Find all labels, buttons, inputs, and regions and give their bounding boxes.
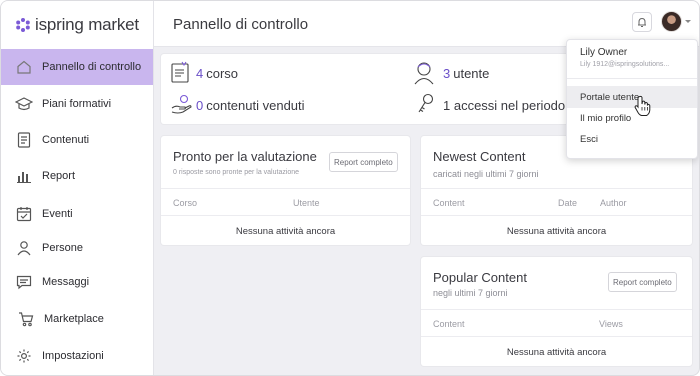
col-author: Author xyxy=(600,198,627,208)
calendar-icon xyxy=(15,205,33,223)
cart-icon xyxy=(17,310,35,328)
table-header: Content Date Author xyxy=(421,188,692,216)
sidebar-item-content[interactable]: Contenuti xyxy=(1,122,153,158)
sidebar-item-events[interactable]: Eventi xyxy=(1,196,153,232)
person-icon xyxy=(15,239,33,257)
col-content: Content xyxy=(433,319,465,329)
course-icon xyxy=(171,61,189,83)
stat-access[interactable]: 1 accessi nel periodo xyxy=(443,98,565,113)
report-complete-button[interactable]: Report completo xyxy=(329,152,398,172)
valuation-title: Pronto per la valutazione xyxy=(173,149,317,164)
sidebar-item-label: Eventi xyxy=(42,208,73,220)
logo[interactable]: ispring market xyxy=(15,14,139,36)
valuation-subtitle: 0 risposte sono pronte per la valutazion… xyxy=(173,169,300,176)
hand-cursor-icon xyxy=(634,95,651,116)
col-user: Utente xyxy=(293,198,320,208)
hand-sold-icon xyxy=(171,94,192,114)
valuation-card: Pronto per la valutazione 0 risposte son… xyxy=(161,136,410,245)
logo-icon xyxy=(16,18,30,32)
page-title: Pannello di controllo xyxy=(173,16,309,33)
stat-users-count: 3 xyxy=(443,66,451,81)
sidebar: ispring market Pannello di controllo Pia… xyxy=(1,1,154,375)
table-header: Content Views xyxy=(421,309,692,337)
divider xyxy=(567,78,697,79)
stat-courses-count: 4 xyxy=(196,66,204,81)
stat-courses[interactable]: 4 corso xyxy=(196,66,238,81)
user-menu-dropdown: Lily Owner Lily 1912@ispringsolutions...… xyxy=(566,39,698,159)
sidebar-item-marketplace[interactable]: Marketplace xyxy=(1,301,153,337)
sidebar-item-label: Contenuti xyxy=(42,134,90,146)
notifications-button[interactable] xyxy=(632,12,652,32)
col-views: Views xyxy=(599,319,623,329)
stat-access-label: 1 accessi nel periodo xyxy=(443,98,566,113)
user-name: Lily Owner xyxy=(580,47,628,58)
key-icon xyxy=(418,93,434,113)
newest-subtitle: caricati negli ultimi 7 giorni xyxy=(433,169,539,179)
sidebar-item-label: Piani formativi xyxy=(42,98,112,110)
app-window: ispring market Pannello di controllo Pia… xyxy=(0,0,700,376)
user-icon xyxy=(414,62,434,85)
document-icon xyxy=(15,131,33,149)
sidebar-item-label: Marketplace xyxy=(44,313,104,325)
sidebar-item-people[interactable]: Persone xyxy=(1,230,153,266)
menu-item-user-portal[interactable]: Portale utente xyxy=(567,86,697,108)
popular-content-card: Popular Content negli ultimi 7 giorni Re… xyxy=(421,257,692,366)
empty-state: Nessuna attività ancora xyxy=(506,226,607,237)
stat-users-label: utente xyxy=(453,66,490,81)
bell-icon xyxy=(638,17,646,27)
report-complete-button[interactable]: Report completo xyxy=(608,272,677,292)
popular-title: Popular Content xyxy=(433,270,527,285)
logo-text: ispring market xyxy=(35,15,139,34)
sidebar-item-dashboard[interactable]: Pannello di controllo xyxy=(1,49,153,85)
sidebar-item-training-plans[interactable]: Piani formativi xyxy=(1,86,153,122)
home-icon xyxy=(15,58,33,76)
table-header: Corso Utente xyxy=(161,188,410,216)
empty-state: Nessuna attività ancora xyxy=(235,226,336,237)
sidebar-item-label: Pannello di controllo xyxy=(42,61,142,73)
col-content: Content xyxy=(433,198,465,208)
stat-courses-label: corso xyxy=(206,66,239,81)
sidebar-item-label: Report xyxy=(42,170,76,182)
stat-users[interactable]: 3 utente xyxy=(443,66,489,81)
col-date: Date xyxy=(558,198,578,208)
sidebar-item-label: Persone xyxy=(42,242,83,254)
gear-icon xyxy=(15,347,33,365)
sidebar-item-label: Messaggi xyxy=(42,276,90,288)
menu-item-logout[interactable]: Esci xyxy=(567,128,697,150)
newest-title: Newest Content xyxy=(433,149,526,164)
sidebar-item-messages[interactable]: Messaggi xyxy=(1,264,153,300)
empty-state: Nessuna attività ancora xyxy=(506,347,607,358)
chevron-down-icon[interactable] xyxy=(685,20,691,23)
menu-item-my-profile[interactable]: Il mio profilo xyxy=(567,107,697,129)
stat-sold-label: contenuti venduti xyxy=(206,98,305,113)
col-course: Corso xyxy=(173,198,198,208)
graduation-cap-icon xyxy=(15,95,33,113)
sidebar-item-report[interactable]: Report xyxy=(1,158,153,194)
message-icon xyxy=(15,273,33,291)
sidebar-item-label: Impostazioni xyxy=(42,350,104,362)
user-email: Lily 1912@ispringsolutions... xyxy=(580,61,670,68)
stat-sold[interactable]: 0 contenuti venduti xyxy=(196,98,305,113)
stat-sold-count: 0 xyxy=(196,98,204,113)
popular-subtitle: negli ultimi 7 giorni xyxy=(433,288,508,298)
sidebar-item-settings[interactable]: Impostazioni xyxy=(1,338,153,374)
avatar[interactable] xyxy=(661,11,682,32)
bar-chart-icon xyxy=(15,167,33,185)
